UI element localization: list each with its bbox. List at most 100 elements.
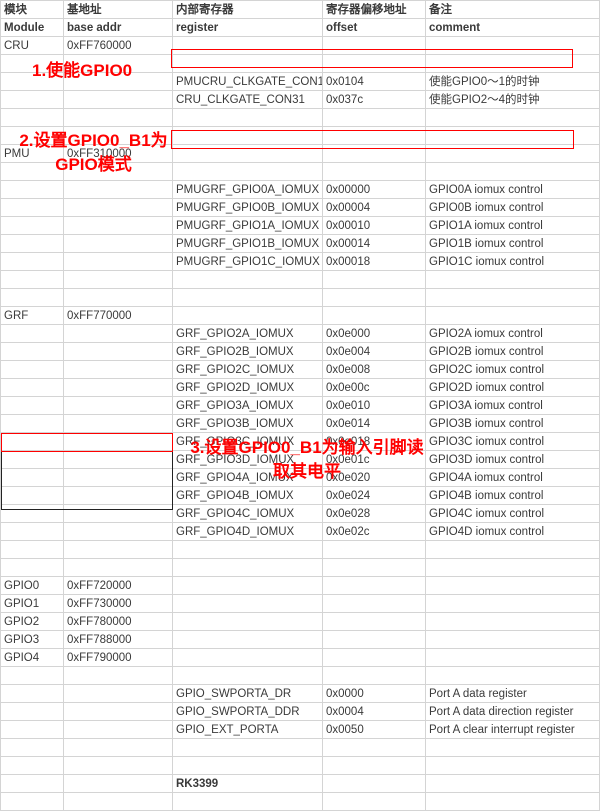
table-row [0, 126, 600, 145]
table-row-cell-3: 0x0e018 [322, 432, 426, 451]
table-row-cell-4: GPIO0A iomux control [425, 180, 600, 199]
table-row-cell-3: 0x0e020 [322, 468, 426, 487]
table-row-cell-4 [425, 288, 600, 307]
table-row-cell-2 [172, 540, 323, 559]
table-row-cell-3 [322, 162, 426, 181]
table-row-cell-3: 0x0e004 [322, 342, 426, 361]
table-row-cell-4 [425, 648, 600, 667]
table-row-cell-3 [322, 144, 426, 163]
table-row-cell-3 [322, 756, 426, 775]
table-row-cell-0 [0, 738, 64, 757]
table-row-cell-1 [63, 378, 173, 397]
table-row-cell-2: GRF_GPIO2D_IOMUX [172, 378, 323, 397]
table-row-cell-4: GPIO1B iomux control [425, 234, 600, 253]
table-row-cell-3: 0x0050 [322, 720, 426, 739]
table-row-cell-1 [63, 126, 173, 145]
table-row-cell-0 [0, 108, 64, 127]
table-row-cell-4: GPIO1A iomux control [425, 216, 600, 235]
table-row-cell-4: Port A data direction register [425, 702, 600, 721]
table-row-cell-1 [63, 468, 173, 487]
table-row-cell-1 [63, 180, 173, 199]
table-row-cell-4: GPIO3C iomux control [425, 432, 600, 451]
table-row-cell-4 [425, 612, 600, 631]
table-header-cn-cell-2: 内部寄存器 [172, 0, 323, 19]
table-row-cell-1: 0xFF780000 [63, 612, 173, 631]
table-row-cell-0 [0, 396, 64, 415]
table-row-cell-4 [425, 162, 600, 181]
table-row-cell-2 [172, 594, 323, 613]
table-row-cell-4: GPIO3B iomux control [425, 414, 600, 433]
table-row-cell-1 [63, 360, 173, 379]
table-header-en-cell-4: comment [425, 18, 600, 37]
table-row-cell-3 [322, 36, 426, 55]
table-row-cell-4 [425, 666, 600, 685]
table-row-cell-3 [322, 288, 426, 307]
table-row-cell-3 [322, 576, 426, 595]
table-row-cell-0 [0, 432, 64, 451]
table-row: GPIO_SWPORTA_DDR 0x0004 Port A data direct… [0, 702, 600, 721]
table-row-cell-0 [0, 504, 64, 523]
table-row-cell-2: GRF_GPIO4A_IOMUX [172, 468, 323, 487]
table-header-cn-cell-0: 模块 [0, 0, 64, 19]
table-row: GRF_GPIO4A_IOMUX 0x0e020 GPIO4A iomux cont… [0, 468, 600, 487]
table-row-cell-1 [63, 198, 173, 217]
table-row: GPIO_SWPORTA_DR 0x0000 Port A data registe… [0, 684, 600, 703]
table-row-cell-4: GPIO2D iomux control [425, 378, 600, 397]
table-row: GRF_GPIO4C_IOMUX 0x0e028 GPIO4C iomux cont… [0, 504, 600, 523]
table-row-cell-1 [63, 54, 173, 73]
table-row-cell-3: 0x0e01c [322, 450, 426, 469]
table-row-cell-4: GPIO0B iomux control [425, 198, 600, 217]
table-row: GPIO2 0xFF780000 [0, 612, 600, 631]
table-row-cell-1 [63, 396, 173, 415]
table-row: PMU 0xFF310000 [0, 144, 600, 163]
table-row-cell-0: GPIO4 [0, 648, 64, 667]
table-row-cell-3: 0x0e008 [322, 360, 426, 379]
table-row-cell-4 [425, 756, 600, 775]
table-row-cell-3 [322, 306, 426, 325]
table-row-cell-4: GPIO1C iomux control [425, 252, 600, 271]
table-row-cell-4: GPIO3A iomux control [425, 396, 600, 415]
table-row-cell-0 [0, 450, 64, 469]
table-row-cell-1 [63, 234, 173, 253]
table-row-cell-2 [172, 612, 323, 631]
table-row-cell-1 [63, 522, 173, 541]
table-row-cell-0 [0, 774, 64, 793]
table-row-cell-1 [63, 666, 173, 685]
table-row-cell-0 [0, 126, 64, 145]
table-row-cell-0 [0, 252, 64, 271]
table-row-cell-3 [322, 540, 426, 559]
table-row-cell-4: GPIO2B iomux control [425, 342, 600, 361]
table-row-cell-2: GRF_GPIO4C_IOMUX [172, 504, 323, 523]
table-row-cell-1 [63, 702, 173, 721]
table-row-cell-0: GPIO2 [0, 612, 64, 631]
table-row-cell-0: GRF [0, 306, 64, 325]
table-row-cell-1 [63, 324, 173, 343]
table-row-cell-4 [425, 270, 600, 289]
table-row-cell-2: GPIO_SWPORTA_DDR [172, 702, 323, 721]
table-row: GRF_GPIO2A_IOMUX 0x0e000 GPIO2A iomux cont… [0, 324, 600, 343]
table-row [0, 108, 600, 127]
table-row-cell-2 [172, 666, 323, 685]
table-row: GRF_GPIO4B_IOMUX 0x0e024 GPIO4B iomux cont… [0, 486, 600, 505]
table-row: GRF_GPIO4D_IOMUX 0x0e02c GPIO4D iomux cont… [0, 522, 600, 541]
table-row-cell-1: 0xFF790000 [63, 648, 173, 667]
table-row-cell-2: GRF_GPIO3A_IOMUX [172, 396, 323, 415]
table-row-cell-2: GRF_GPIO3D_IOMUX [172, 450, 323, 469]
table-row-cell-3: 0x00014 [322, 234, 426, 253]
table-row-cell-3: 0x00000 [322, 180, 426, 199]
table-row-cell-4: GPIO4C iomux control [425, 504, 600, 523]
table-row [0, 54, 600, 73]
table-row: GRF_GPIO2D_IOMUX 0x0e00c GPIO2D iomux cont… [0, 378, 600, 397]
table-row-cell-2: GRF_GPIO3B_IOMUX [172, 414, 323, 433]
table-row: PMUGRF_GPIO0B_IOMUX 0x00004 GPIO0B iomux c… [0, 198, 600, 217]
table-row-cell-3 [322, 126, 426, 145]
table-row-cell-0 [0, 72, 64, 91]
table-row-cell-2 [172, 162, 323, 181]
spreadsheet-sheet: 模块 基地址 内部寄存器 寄存器偏移地址 备注 Module base addr regist… [0, 0, 600, 811]
table-row [0, 288, 600, 307]
table-row-cell-3: 0x0104 [322, 72, 426, 91]
table-row-cell-4: GPIO2A iomux control [425, 324, 600, 343]
table-row-cell-0 [0, 162, 64, 181]
table-row-cell-4 [425, 54, 600, 73]
table-row-cell-1 [63, 288, 173, 307]
